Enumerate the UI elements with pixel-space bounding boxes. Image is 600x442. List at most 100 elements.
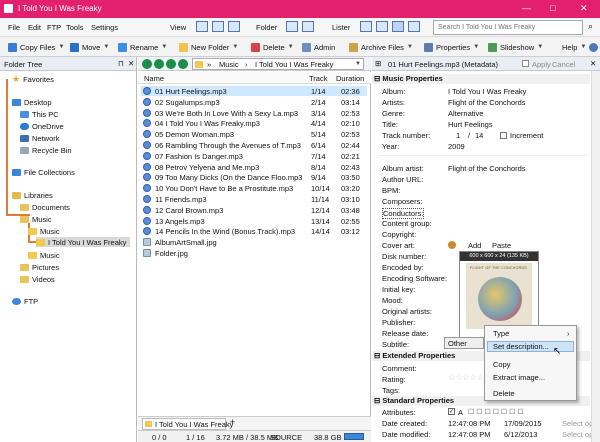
help-button[interactable]: Help ▼ (562, 41, 599, 53)
menu-lister[interactable]: Lister (332, 23, 350, 32)
breadcrumb[interactable]: » Music › I Told You I Was Freaky ▼ (192, 58, 364, 70)
tree-item-pictures[interactable]: Pictures (20, 262, 59, 272)
tree-item-music[interactable]: Music (20, 214, 52, 224)
view-details[interactable] (228, 21, 240, 32)
rating-stars[interactable]: ☆☆☆☆☆ (448, 373, 484, 382)
vertical-scrollbar[interactable] (591, 71, 600, 442)
layout-icon-3[interactable] (392, 21, 404, 32)
add-tab-button[interactable]: + (230, 417, 235, 427)
view-icons[interactable] (196, 21, 208, 32)
menu-tools[interactable]: Tools (66, 23, 84, 32)
genre-field[interactable]: Alternative (448, 109, 483, 118)
tree-item-documents[interactable]: Documents (20, 202, 70, 212)
file-row[interactable]: 10 You Don't Have to Be a Prostitute.mp3… (141, 183, 367, 193)
file-row[interactable]: 08 Petrov Yelyena and Me.mp3 8/14 02:43 (141, 162, 367, 172)
file-row[interactable]: Folder.jpg (141, 248, 367, 258)
file-row[interactable]: 06 Rambling Through the Avenues of T.mp3… (141, 140, 367, 150)
tree-item-desktop[interactable]: Desktop (12, 97, 52, 107)
properties-button[interactable]: Properties ▼ (424, 41, 479, 53)
pin-icon[interactable]: ⊓ (118, 59, 124, 68)
tree-item-onedrive[interactable]: OneDrive (20, 121, 64, 131)
add-cover-button[interactable]: Add (468, 241, 481, 250)
file-row[interactable]: 09 Too Many Dicks (On the Dance Floo.mp3… (141, 172, 367, 182)
search-input[interactable] (433, 20, 583, 35)
file-row[interactable]: 02 Sugalumps.mp3 2/14 03:14 (141, 97, 367, 107)
menu-settings[interactable]: Settings (91, 23, 118, 32)
year-field[interactable]: 2009 (448, 142, 465, 151)
file-row[interactable]: 11 Friends.mp3 11/14 03:10 (141, 194, 367, 204)
move-button[interactable]: Move ▼ (70, 41, 109, 53)
up-icon[interactable] (166, 59, 176, 69)
cancel-button[interactable]: Cancel (552, 60, 575, 69)
search-icon[interactable]: ⌕ (588, 21, 593, 32)
artists-field[interactable]: Flight of the Conchords (448, 98, 526, 107)
tree-item-network[interactable]: Network (20, 133, 60, 143)
menu-item-copy[interactable]: Copy (493, 360, 511, 369)
tree-item-ftp[interactable]: FTP (12, 296, 38, 306)
column-duration[interactable]: Duration (336, 74, 364, 83)
archive-files-button[interactable]: Archive Files ▼ (349, 41, 413, 53)
file-row[interactable]: 05 Demon Woman.mp3 5/14 02:53 (141, 129, 367, 139)
tree-item-music-2[interactable]: Music (28, 250, 60, 260)
close-icon[interactable]: ✕ (590, 59, 596, 68)
file-row[interactable]: 07 Fashion Is Danger.mp3 7/14 02:21 (141, 151, 367, 161)
column-track[interactable]: Track (309, 74, 327, 83)
close-icon[interactable]: ✕ (128, 59, 134, 68)
menu-file[interactable]: File (8, 23, 20, 32)
file-row[interactable]: 12 Carol Brown.mp3 12/14 03:48 (141, 205, 367, 215)
breadcrumb-current[interactable]: I Told You I Was Freaky (255, 60, 333, 69)
menu-edit[interactable]: Edit (28, 23, 41, 32)
file-row[interactable]: 01 Hurt Feelings.mp3 1/14 02:36 (141, 86, 367, 96)
folder-icon[interactable] (286, 21, 298, 32)
menu-folder[interactable]: Folder (256, 23, 277, 32)
file-row[interactable]: 04 I Told You I Was Freaky.mp3 4/14 02:10 (141, 118, 367, 128)
menu-item-extract-image[interactable]: Extract image... (493, 373, 545, 382)
attribute-checkboxes[interactable]: ☐ ☐ ☐ ☐ ☐ ☐ ☐ (468, 408, 524, 416)
forward-icon[interactable] (154, 59, 164, 69)
maximize-icon[interactable]: □ (550, 3, 555, 13)
layout-icon-2[interactable] (376, 21, 388, 32)
paste-cover-button[interactable]: Paste (492, 241, 511, 250)
apply-checkbox[interactable] (522, 60, 529, 67)
back-icon[interactable] (142, 59, 152, 69)
date-modified-field[interactable]: 12:47:08 PM (448, 430, 491, 439)
tree-item-libraries[interactable]: Libraries (12, 190, 53, 200)
menu-view[interactable]: View (170, 23, 186, 32)
menu-item-type[interactable]: Type (493, 329, 509, 338)
track-number-field[interactable]: 1 (456, 131, 460, 140)
track-total-field[interactable]: 14 (475, 131, 483, 140)
title-field[interactable]: Hurt Feelings (448, 120, 493, 129)
album-field[interactable]: I Told You I Was Freaky (448, 87, 526, 96)
file-row[interactable]: AlbumArtSmall.jpg (141, 237, 367, 247)
refresh-icon[interactable] (178, 59, 188, 69)
close-icon[interactable]: ✕ (580, 3, 588, 14)
apply-button[interactable]: Apply (532, 60, 551, 69)
rename-button[interactable]: Rename ▼ (118, 41, 167, 53)
slideshow-button[interactable]: Slideshow ▼ (488, 41, 543, 53)
tree-item-favorites[interactable]: ★ Favorites (12, 74, 54, 84)
copy-files-button[interactable]: Copy Files ▼ (8, 41, 64, 53)
layout-icon-1[interactable] (360, 21, 372, 32)
tree-item-videos[interactable]: Videos (20, 274, 55, 284)
file-row[interactable]: 13 Angels.mp3 13/14 02:55 (141, 216, 367, 226)
date-created-field[interactable]: 12:47:08 PM (448, 419, 491, 428)
tree-item-music-sub[interactable]: Music (28, 226, 60, 236)
new-folder-button[interactable]: New Folder ▼ (179, 41, 238, 53)
file-row[interactable]: 14 Pencils In the Wind (Bonus Track).mp3… (141, 226, 367, 236)
increment-checkbox[interactable] (500, 132, 507, 139)
minimize-icon[interactable]: — (522, 3, 531, 13)
tree-item-file-collections[interactable]: File Collections (12, 167, 75, 177)
column-name[interactable]: Name (144, 74, 164, 83)
attribute-checkbox-a[interactable]: ✓ (448, 408, 455, 415)
album-artist-field[interactable]: Flight of the Conchords (448, 164, 526, 173)
other-dropdown[interactable]: Other (444, 337, 484, 349)
tree-item-current-folder[interactable]: I Told You I Was Freaky (36, 237, 131, 247)
folder-icon-2[interactable] (302, 21, 314, 32)
pin-icon[interactable]: ⊞ (375, 59, 381, 68)
delete-button[interactable]: Delete ▼ (251, 41, 294, 53)
menu-item-delete[interactable]: Delete (493, 389, 515, 398)
admin-button[interactable]: Admin (302, 41, 335, 53)
music-properties-section[interactable]: ⊟ Music Properties (372, 74, 590, 84)
file-row[interactable]: 03 We're Both In Love With a Sexy La.mp3… (141, 108, 367, 118)
tree-item-this-pc[interactable]: This PC (20, 109, 59, 119)
